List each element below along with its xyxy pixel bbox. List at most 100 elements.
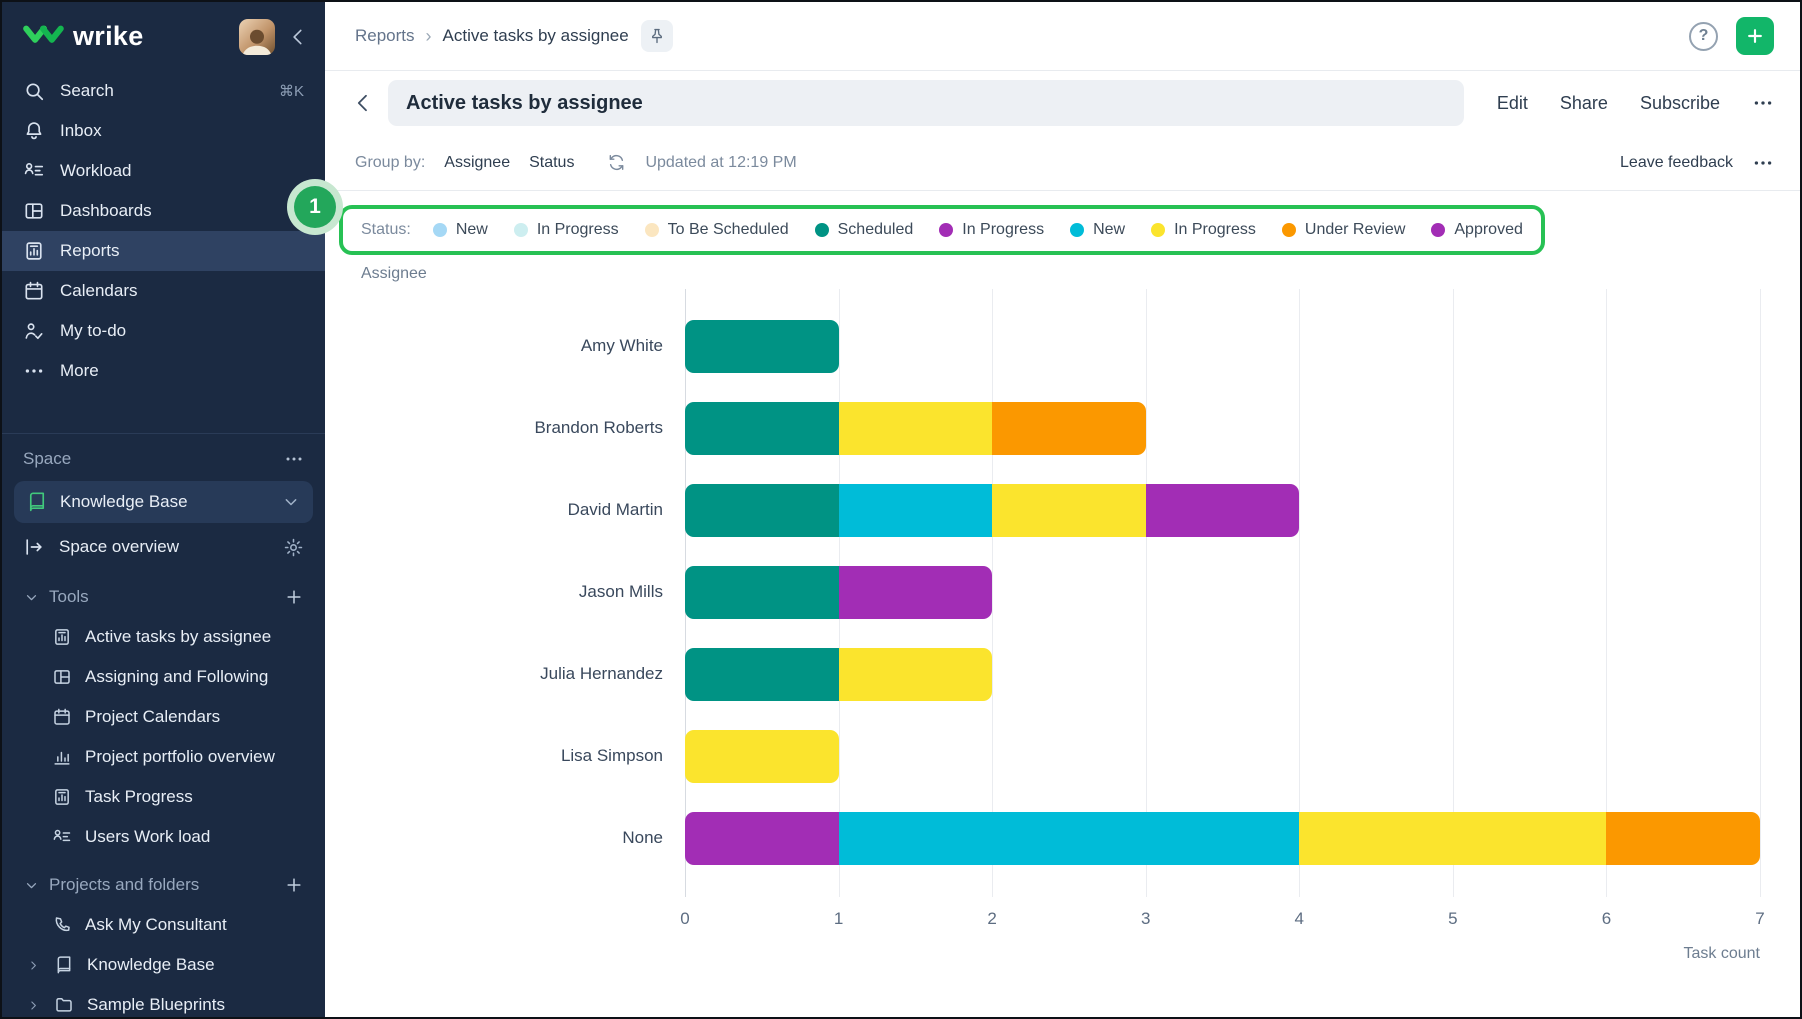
bar-segment-scheduled[interactable] bbox=[685, 402, 839, 455]
projects-list: Ask My Consultant Knowledge Base Sample Bl… bbox=[2, 905, 325, 1017]
bar-row bbox=[685, 551, 1760, 633]
chart: Amy WhiteBrandon RobertsDavid MartinJaso… bbox=[355, 289, 1760, 963]
help-icon[interactable]: ? bbox=[1689, 22, 1718, 51]
report-title-input[interactable]: Active tasks by assignee bbox=[388, 80, 1464, 126]
legend-color-dot bbox=[1431, 223, 1445, 237]
sidebar-top: wrike bbox=[2, 2, 325, 71]
sidebar-item-label: Reports bbox=[60, 241, 120, 261]
bar-segment-approved[interactable] bbox=[1146, 484, 1300, 537]
add-tool-icon[interactable] bbox=[284, 587, 304, 607]
header-actions: ? bbox=[1689, 17, 1774, 55]
x-tick-label: 2 bbox=[987, 909, 996, 929]
user-avatar[interactable] bbox=[239, 19, 275, 55]
bar-segment-new[interactable] bbox=[839, 812, 1300, 865]
category-label: David Martin bbox=[355, 469, 685, 551]
sidebar-tool-item[interactable]: Task Progress bbox=[2, 777, 325, 817]
grid-line bbox=[1760, 289, 1761, 897]
sidebar-item-workload[interactable]: Workload bbox=[2, 151, 325, 191]
tool-item-label: Active tasks by assignee bbox=[85, 627, 271, 647]
back-icon[interactable] bbox=[351, 91, 375, 115]
bar-segment-in-progress[interactable] bbox=[839, 402, 993, 455]
bar-row bbox=[685, 469, 1760, 551]
sidebar-item-label: My to-do bbox=[60, 321, 126, 341]
legend-item: Scheduled bbox=[815, 221, 914, 239]
bar-segment-scheduled[interactable] bbox=[685, 484, 839, 537]
bar-segment-in-progress[interactable] bbox=[839, 648, 993, 701]
bar-segment-in-progress[interactable] bbox=[839, 566, 993, 619]
bar-segment-scheduled[interactable] bbox=[685, 566, 839, 619]
refresh-icon[interactable] bbox=[607, 153, 626, 172]
sidebar-item-reports[interactable]: Reports bbox=[2, 231, 325, 271]
sidebar-item-label: Calendars bbox=[60, 281, 138, 301]
breadcrumb-reports[interactable]: Reports bbox=[355, 26, 415, 46]
edit-button[interactable]: Edit bbox=[1497, 93, 1528, 114]
space-name: Knowledge Base bbox=[60, 492, 188, 512]
todo-icon bbox=[23, 320, 45, 342]
bar-segment-in-progress[interactable] bbox=[1299, 812, 1606, 865]
bar-segment-in-progress[interactable] bbox=[685, 730, 839, 783]
legend-item-label: In Progress bbox=[1174, 221, 1256, 239]
x-tick-label: 1 bbox=[834, 909, 843, 929]
x-tick-label: 4 bbox=[1295, 909, 1304, 929]
bar-segment-scheduled[interactable] bbox=[685, 320, 839, 373]
sidebar-item-my-to-do[interactable]: My to-do bbox=[2, 311, 325, 351]
tool-item-label: Users Work load bbox=[85, 827, 210, 847]
toolbar-more-icon[interactable] bbox=[1752, 152, 1774, 174]
space-overview-item[interactable]: Space overview bbox=[2, 525, 325, 569]
sidebar-project-item[interactable]: Sample Blueprints bbox=[2, 985, 325, 1017]
sidebar-item-search[interactable]: Search ⌘K bbox=[2, 71, 325, 111]
sidebar-tool-item[interactable]: Active tasks by assignee bbox=[2, 617, 325, 657]
chart-xlabel: Task count bbox=[685, 945, 1760, 963]
tools-header[interactable]: Tools bbox=[2, 577, 325, 617]
chevron-right-icon[interactable] bbox=[26, 958, 41, 973]
leave-feedback-button[interactable]: Leave feedback bbox=[1620, 154, 1733, 172]
bar-segment-in-progress[interactable] bbox=[992, 484, 1146, 537]
legend-color-dot bbox=[433, 223, 447, 237]
sidebar-tool-item[interactable]: Project Calendars bbox=[2, 697, 325, 737]
wrike-logo[interactable]: wrike bbox=[22, 21, 144, 52]
bar-segment-scheduled[interactable] bbox=[685, 648, 839, 701]
x-tick-label: 3 bbox=[1141, 909, 1150, 929]
sidebar-tool-item[interactable]: Users Work load bbox=[2, 817, 325, 857]
chevron-right-icon[interactable] bbox=[26, 998, 41, 1013]
group-by-label: Group by: bbox=[355, 154, 425, 172]
sidebar-item-inbox[interactable]: Inbox bbox=[2, 111, 325, 151]
collapse-sidebar-icon[interactable] bbox=[287, 26, 309, 48]
group-by-status[interactable]: Status bbox=[529, 154, 574, 172]
bell-icon bbox=[23, 120, 45, 142]
bar-segment-under-review[interactable] bbox=[992, 402, 1146, 455]
sidebar-item-label: More bbox=[60, 361, 99, 381]
project-item-label: Ask My Consultant bbox=[85, 915, 227, 935]
share-button[interactable]: Share bbox=[1560, 93, 1608, 114]
sidebar-item-more[interactable]: More bbox=[2, 351, 325, 391]
subscribe-button[interactable]: Subscribe bbox=[1640, 93, 1720, 114]
sidebar-item-dashboards[interactable]: Dashboards bbox=[2, 191, 325, 231]
sidebar-project-item[interactable]: Knowledge Base bbox=[2, 945, 325, 985]
group-by-assignee[interactable]: Assignee bbox=[444, 154, 510, 172]
add-project-icon[interactable] bbox=[284, 875, 304, 895]
bar-row bbox=[685, 633, 1760, 715]
gear-icon[interactable] bbox=[283, 537, 304, 558]
add-button[interactable] bbox=[1736, 17, 1774, 55]
title-more-icon[interactable] bbox=[1752, 92, 1774, 114]
sidebar-tool-item[interactable]: Assigning and Following bbox=[2, 657, 325, 697]
tool-item-label: Task Progress bbox=[85, 787, 193, 807]
pin-button[interactable] bbox=[641, 20, 673, 52]
bar-segment-under-review[interactable] bbox=[1606, 812, 1760, 865]
tool-item-label: Project portfolio overview bbox=[85, 747, 275, 767]
project-item-label: Sample Blueprints bbox=[87, 995, 225, 1015]
space-section: Space Knowledge Base Space overview Tool… bbox=[2, 433, 325, 1017]
space-more-icon[interactable] bbox=[284, 449, 304, 469]
report-icon bbox=[52, 627, 72, 647]
space-selector[interactable]: Knowledge Base bbox=[14, 481, 313, 523]
x-tick-label: 6 bbox=[1602, 909, 1611, 929]
sidebar-item-calendars[interactable]: Calendars bbox=[2, 271, 325, 311]
sidebar-project-item[interactable]: Ask My Consultant bbox=[2, 905, 325, 945]
bar-segment-new[interactable] bbox=[839, 484, 993, 537]
category-label: Julia Hernandez bbox=[355, 633, 685, 715]
x-axis-ticks: 01234567 bbox=[685, 909, 1760, 931]
bar-segment-in-progress[interactable] bbox=[685, 812, 839, 865]
projects-header[interactable]: Projects and folders bbox=[2, 865, 325, 905]
chart-section: Assignee Amy WhiteBrandon RobertsDavid M… bbox=[325, 255, 1800, 1017]
sidebar-tool-item[interactable]: Project portfolio overview bbox=[2, 737, 325, 777]
